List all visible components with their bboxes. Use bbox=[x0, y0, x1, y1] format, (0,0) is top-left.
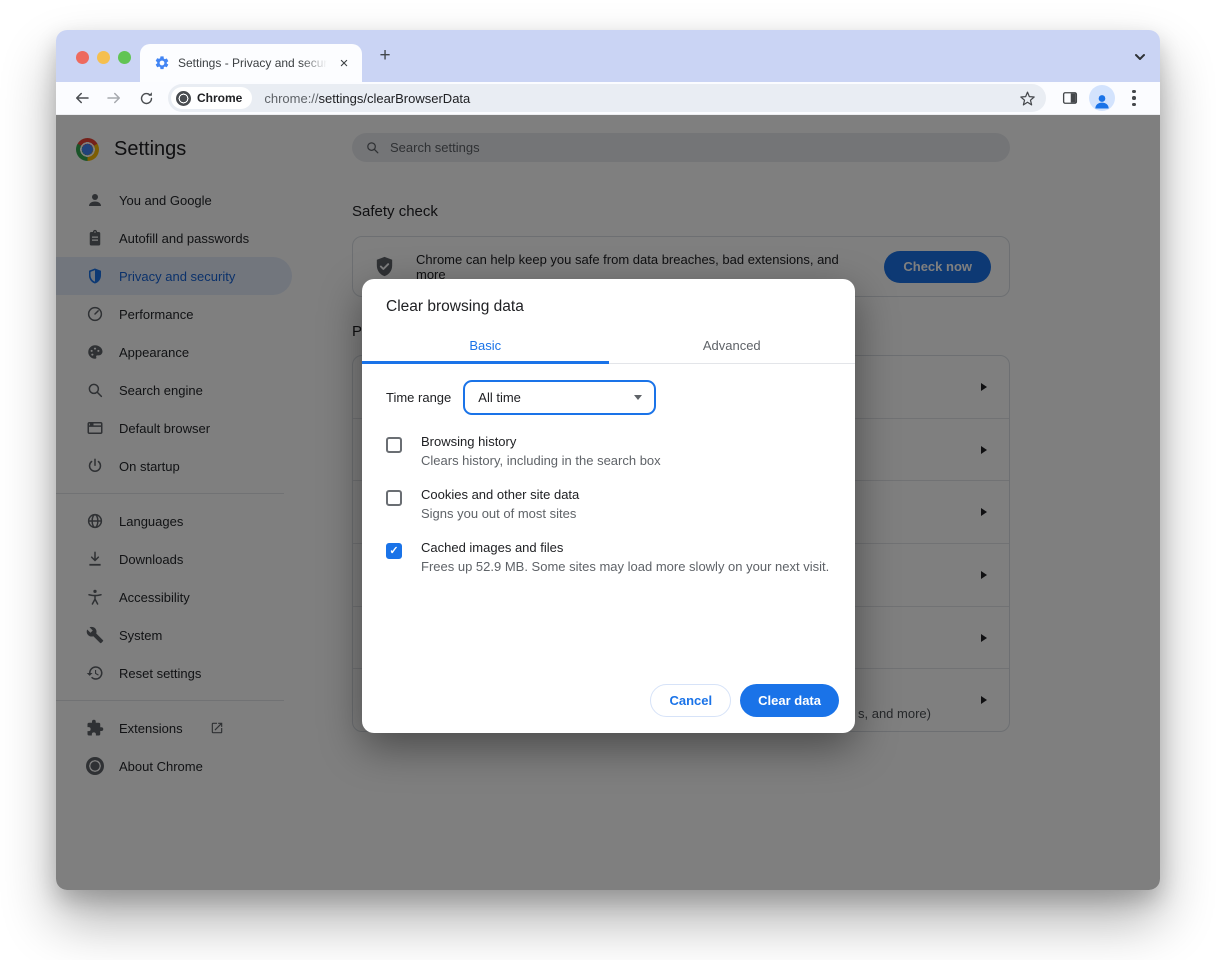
zoom-button[interactable] bbox=[118, 51, 131, 64]
checkbox-row-cached-images: ✓ Cached images and files Frees up 52.9 … bbox=[386, 540, 831, 574]
minimize-button[interactable] bbox=[97, 51, 110, 64]
site-chip[interactable]: Chrome bbox=[171, 87, 252, 109]
checkbox-row-browsing-history: ✓ Browsing history Clears history, inclu… bbox=[386, 434, 831, 468]
active-tab[interactable]: Settings - Privacy and securit × bbox=[140, 44, 362, 82]
gear-icon bbox=[154, 55, 170, 71]
tab-advanced[interactable]: Advanced bbox=[609, 329, 856, 364]
new-tab-button[interactable]: + bbox=[372, 43, 398, 69]
checkbox-row-cookies: ✓ Cookies and other site data Signs you … bbox=[386, 487, 831, 521]
dialog-tabs: Basic Advanced bbox=[362, 329, 855, 364]
screenshot-stage: Settings - Privacy and securit × + Chrom… bbox=[0, 0, 1216, 960]
dialog-body: Time range All time ✓ Browsing history C… bbox=[362, 364, 855, 684]
window-controls bbox=[76, 51, 131, 64]
site-chip-label: Chrome bbox=[197, 91, 242, 105]
checkbox-subtitle: Clears history, including in the search … bbox=[421, 453, 661, 468]
reload-icon[interactable] bbox=[133, 85, 159, 111]
url-text[interactable]: chrome://settings/clearBrowserData bbox=[264, 91, 470, 106]
chevron-down-icon[interactable] bbox=[1132, 49, 1148, 65]
clear-browsing-data-dialog: Clear browsing data Basic Advanced Time … bbox=[362, 279, 855, 733]
tab-basic[interactable]: Basic bbox=[362, 329, 609, 364]
checkbox-cookies[interactable]: ✓ bbox=[386, 490, 402, 506]
tab-close-icon[interactable]: × bbox=[335, 55, 353, 72]
time-range-row: Time range All time bbox=[386, 380, 831, 415]
caret-down-icon bbox=[634, 395, 642, 400]
dialog-title: Clear browsing data bbox=[362, 279, 855, 329]
kebab-menu-icon[interactable] bbox=[1121, 85, 1147, 111]
side-panel-icon[interactable] bbox=[1057, 85, 1083, 111]
star-icon[interactable] bbox=[1019, 90, 1036, 107]
page-content: Settings You and Google Autofill and pas… bbox=[56, 115, 1160, 890]
forward-arrow-icon[interactable] bbox=[101, 85, 127, 111]
clear-data-button[interactable]: Clear data bbox=[740, 684, 839, 717]
checkbox-subtitle: Signs you out of most sites bbox=[421, 506, 579, 521]
checkbox-cached-images[interactable]: ✓ bbox=[386, 543, 402, 559]
back-arrow-icon[interactable] bbox=[69, 85, 95, 111]
tab-strip: Settings - Privacy and securit × + bbox=[56, 30, 1160, 82]
checkbox-subtitle: Frees up 52.9 MB. Some sites may load mo… bbox=[421, 559, 829, 574]
tab-title: Settings - Privacy and securit bbox=[178, 56, 327, 70]
chrome-logo-icon bbox=[176, 91, 191, 106]
checkbox-title: Cached images and files bbox=[421, 540, 829, 555]
time-range-value: All time bbox=[478, 390, 634, 405]
checkbox-browsing-history[interactable]: ✓ bbox=[386, 437, 402, 453]
browser-window: Settings - Privacy and securit × + Chrom… bbox=[56, 30, 1160, 890]
omnibox[interactable]: Chrome chrome://settings/clearBrowserDat… bbox=[168, 84, 1046, 112]
cancel-button[interactable]: Cancel bbox=[650, 684, 731, 717]
checkbox-title: Browsing history bbox=[421, 434, 661, 449]
toolbar: Chrome chrome://settings/clearBrowserDat… bbox=[56, 82, 1160, 115]
profile-avatar[interactable] bbox=[1089, 85, 1115, 111]
time-range-select[interactable]: All time bbox=[463, 380, 656, 415]
dialog-footer: Cancel Clear data bbox=[362, 684, 855, 733]
checkbox-title: Cookies and other site data bbox=[421, 487, 579, 502]
time-range-label: Time range bbox=[386, 390, 451, 405]
close-button[interactable] bbox=[76, 51, 89, 64]
